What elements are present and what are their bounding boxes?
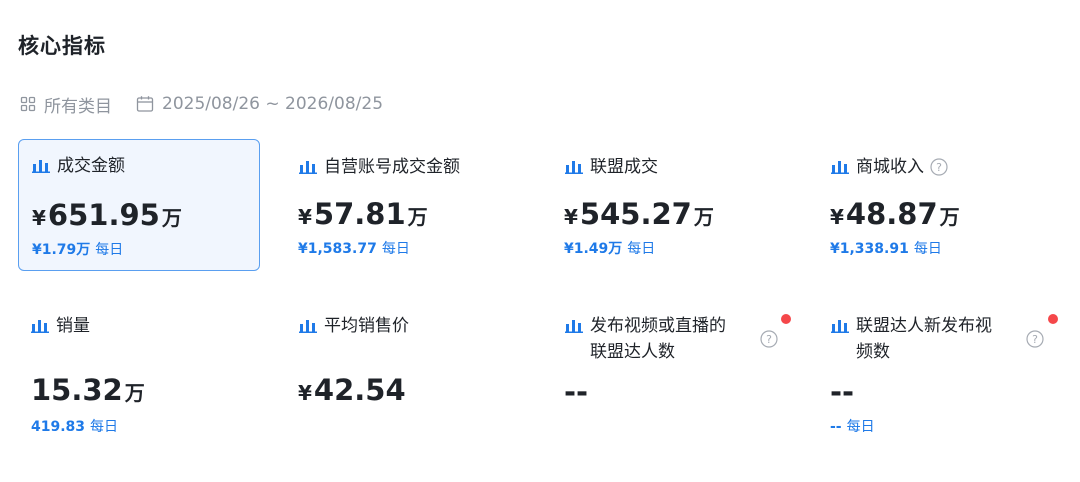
metric-label: 自营账号成交金额 (324, 157, 460, 177)
grid-icon (20, 96, 36, 112)
date-range-label: 2025/08/26 ~ 2026/08/25 (162, 94, 384, 114)
metric-card-affiliate-gmv[interactable]: 联盟成交 ¥545.27 万 ¥1.49万 每日 (551, 140, 793, 272)
new-badge-dot (781, 314, 791, 324)
metric-daily: 419.83 每日 (31, 419, 119, 435)
page-title: 核心指标 (18, 34, 106, 58)
metric-value: ¥42.54 (298, 373, 406, 407)
metric-value: ¥651.95 万 (32, 198, 182, 232)
help-icon[interactable]: ? (1026, 330, 1044, 348)
svg-text:?: ? (766, 333, 772, 346)
date-range-filter[interactable]: 2025/08/26 ~ 2026/08/25 (136, 94, 383, 114)
bar-chart-icon (32, 160, 50, 173)
metric-label: 商城收入 (856, 157, 924, 177)
metric-card-affiliate-creators[interactable]: 发布视频或直播的联盟达人数 ? -- (551, 299, 793, 431)
metric-value: ¥48.87 万 (830, 197, 960, 231)
metric-value: ¥545.27 万 (564, 197, 714, 231)
bar-chart-icon (565, 320, 583, 333)
help-icon[interactable]: ? (760, 330, 778, 348)
new-badge-dot (1048, 314, 1058, 324)
metric-daily: ¥1.79万 每日 (32, 242, 124, 258)
metric-value: 15.32 万 (31, 373, 145, 407)
metric-label: 联盟成交 (590, 157, 658, 177)
svg-text:?: ? (1032, 333, 1038, 346)
metric-card-affiliate-new-videos[interactable]: 联盟达人新发布视频数 ? -- -- 每日 (817, 299, 1059, 435)
bar-chart-icon (299, 320, 317, 333)
metric-daily: ¥1.49万 每日 (564, 241, 656, 257)
help-icon[interactable]: ? (930, 158, 948, 176)
svg-text:?: ? (936, 161, 942, 174)
bar-chart-icon (31, 320, 49, 333)
metric-label: 销量 (56, 316, 90, 336)
metric-value: -- (830, 375, 855, 409)
metric-card-avg-price[interactable]: 平均销售价 ¥42.54 (285, 299, 527, 431)
metric-daily: -- 每日 (830, 419, 875, 435)
metric-label: 联盟达人新发布视频数 (856, 316, 992, 362)
metric-value: ¥57.81 万 (298, 197, 428, 231)
metric-card-self-operated-gmv[interactable]: 自营账号成交金额 ¥57.81 万 ¥1,583.77 每日 (285, 140, 527, 272)
filter-bar: 所有类目 2025/08/26 ~ 2026/08/25 (20, 92, 383, 117)
calendar-icon (136, 96, 154, 112)
bar-chart-icon (831, 161, 849, 174)
metric-value: -- (564, 375, 589, 409)
metric-daily: ¥1,338.91 每日 (830, 241, 942, 257)
metric-label: 平均销售价 (324, 316, 409, 336)
metric-card-sales-volume[interactable]: 销量 15.32 万 419.83 每日 (18, 299, 260, 435)
category-filter-label: 所有类目 (44, 96, 112, 117)
bar-chart-icon (299, 161, 317, 174)
metric-label: 成交金额 (57, 156, 125, 176)
bar-chart-icon (565, 161, 583, 174)
metric-daily: ¥1,583.77 每日 (298, 241, 410, 257)
metric-label: 发布视频或直播的联盟达人数 (590, 316, 726, 362)
metric-card-gmv[interactable]: 成交金额 ¥651.95 万 ¥1.79万 每日 (18, 139, 260, 271)
metric-card-mall-income[interactable]: 商城收入 ? ¥48.87 万 ¥1,338.91 每日 (817, 140, 1059, 272)
bar-chart-icon (831, 320, 849, 333)
category-filter[interactable]: 所有类目 (20, 92, 112, 117)
